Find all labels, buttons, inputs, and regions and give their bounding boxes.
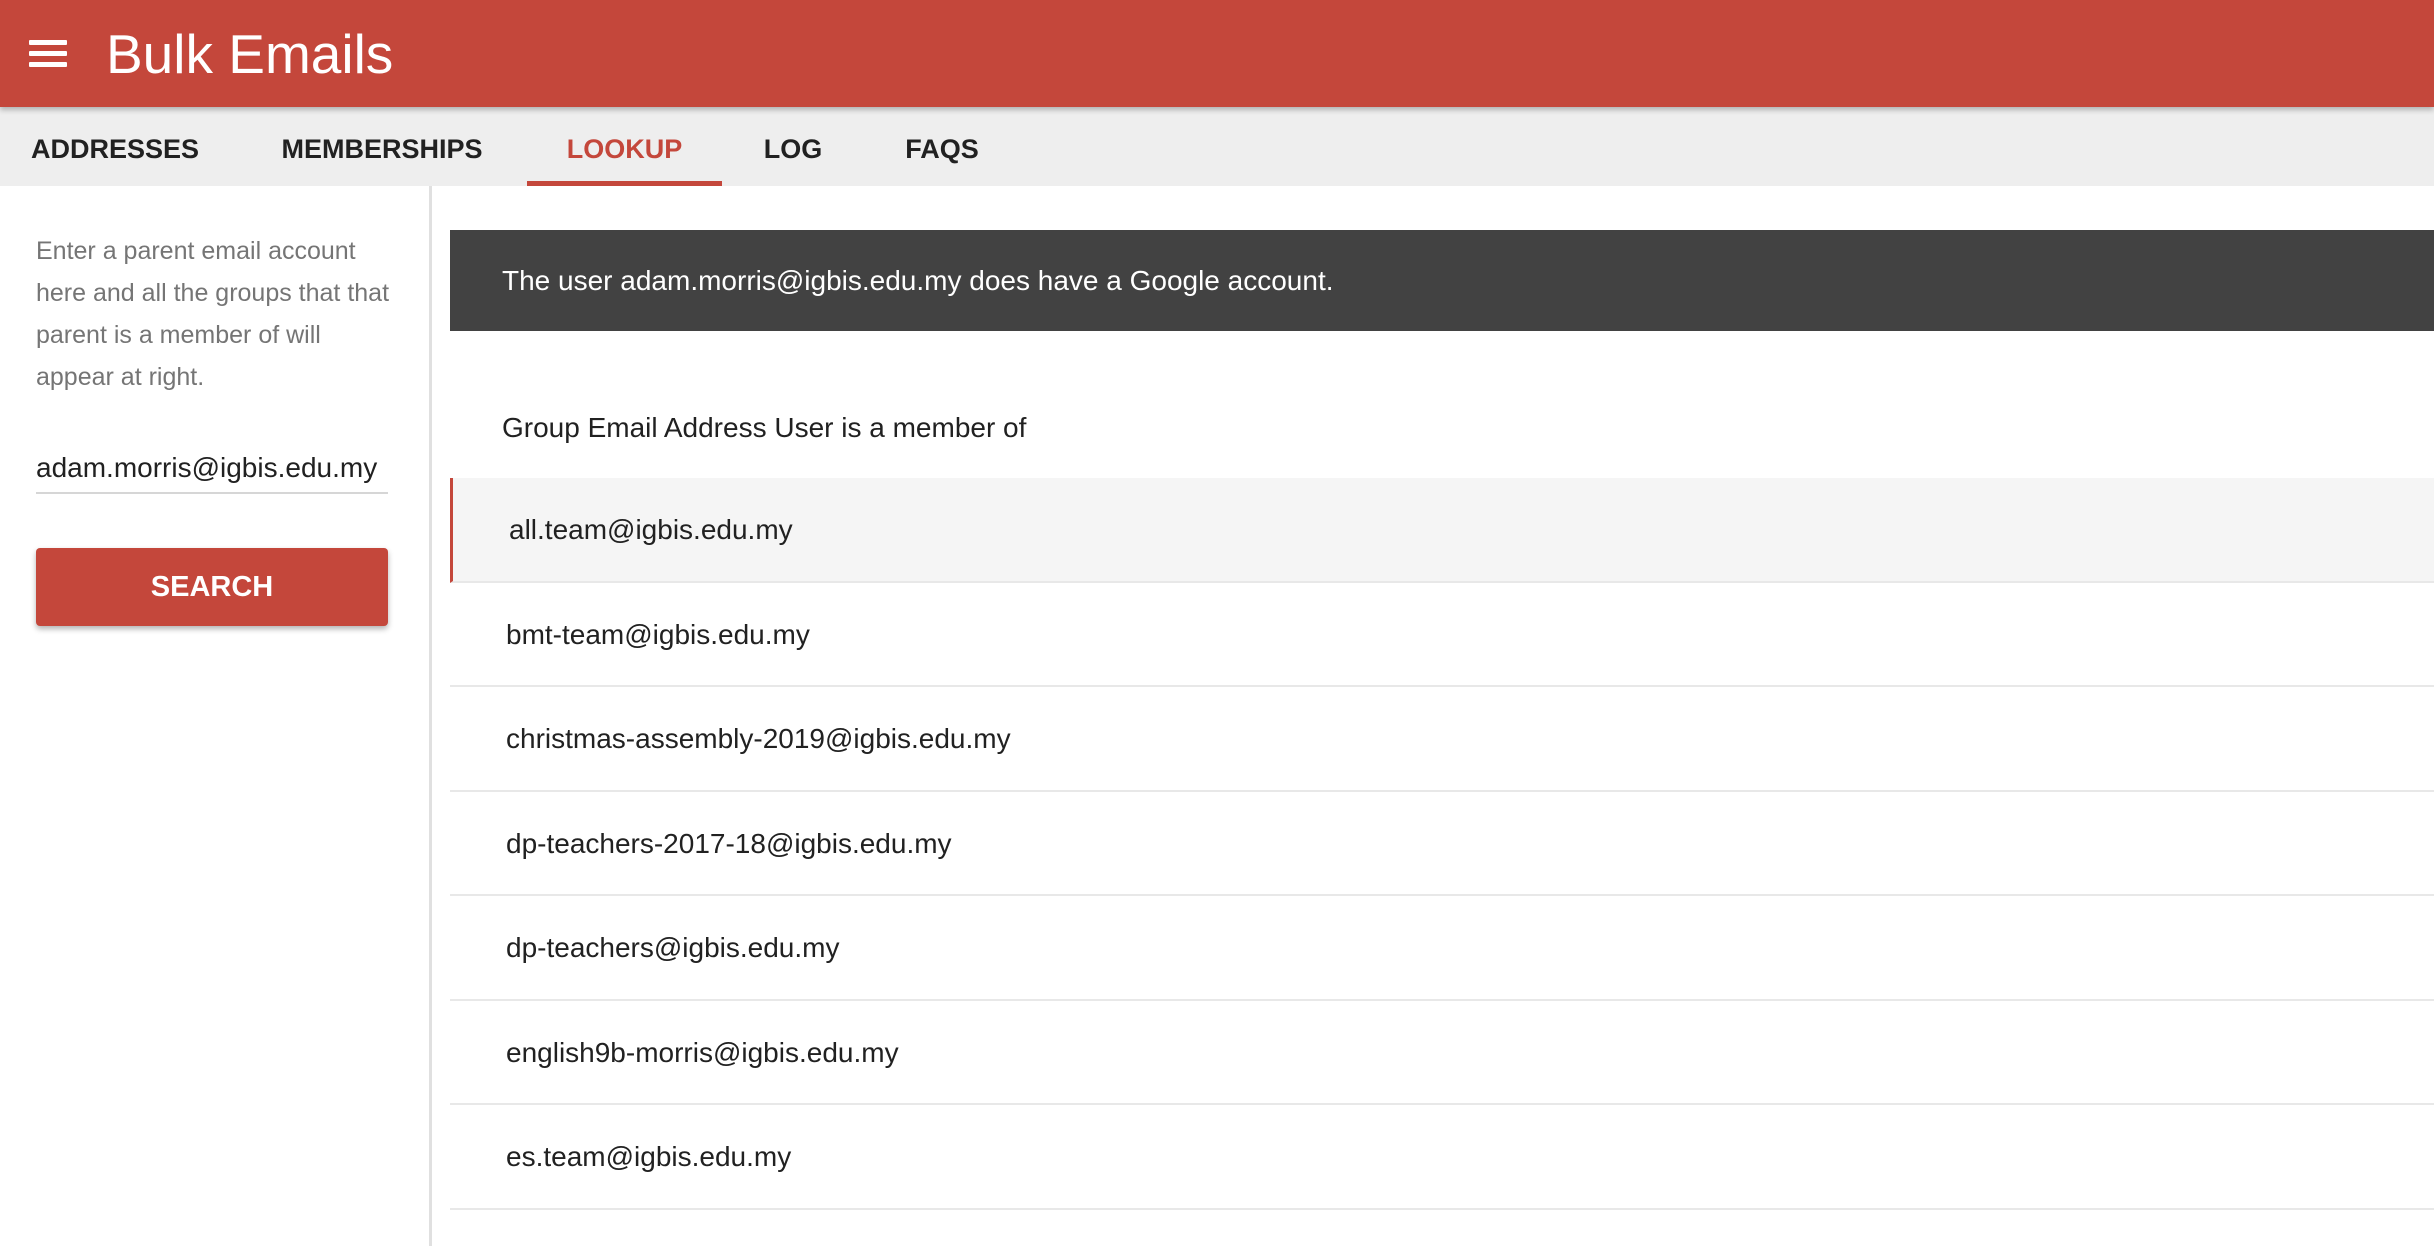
tab-log[interactable]: LOG	[750, 107, 836, 186]
group-list: all.team@igbis.edu.my bmt-team@igbis.edu…	[450, 478, 2434, 1210]
list-item[interactable]: english9b-morris@igbis.edu.my	[450, 1001, 2434, 1105]
tab-addresses[interactable]: ADDRESSES	[8, 107, 222, 186]
email-field[interactable]	[36, 444, 388, 494]
search-button[interactable]: SEARCH	[36, 548, 388, 626]
group-email: dp-teachers@igbis.edu.my	[506, 932, 840, 963]
group-email: es.team@igbis.edu.my	[506, 1141, 792, 1172]
group-email: christmas-assembly-2019@igbis.edu.my	[506, 723, 1011, 754]
list-item[interactable]: bmt-team@igbis.edu.my	[450, 583, 2434, 687]
help-text: Enter a parent email account here and al…	[36, 237, 390, 391]
group-email: all.team@igbis.edu.my	[509, 514, 793, 545]
list-item[interactable]: christmas-assembly-2019@igbis.edu.my	[450, 687, 2434, 792]
tab-bar: ADDRESSES MEMBERSHIPS LOOKUP LOG FAQS	[0, 107, 2434, 186]
app-bar: Bulk Emails	[0, 0, 2434, 107]
tab-faqs[interactable]: FAQS	[890, 107, 994, 186]
list-item[interactable]: dp-teachers@igbis.edu.my	[450, 896, 2434, 1001]
tab-memberships[interactable]: MEMBERSHIPS	[266, 107, 498, 186]
lookup-sidebar: Enter a parent email account here and al…	[0, 186, 432, 1246]
status-banner: The user adam.morris@igbis.edu.my does h…	[450, 230, 2434, 331]
lookup-results: The user adam.morris@igbis.edu.my does h…	[450, 186, 2434, 1246]
group-email: bmt-team@igbis.edu.my	[506, 618, 810, 650]
hamburger-menu-icon[interactable]	[26, 33, 70, 73]
list-header: Group Email Address User is a member of	[502, 412, 1027, 443]
group-email: dp-teachers-2017-18@igbis.edu.my	[506, 827, 952, 859]
bulk-emails-app: Bulk Emails ADDRESSES MEMBERSHIPS LOOKUP…	[0, 0, 2434, 1246]
list-item[interactable]: all.team@igbis.edu.my	[450, 478, 2434, 583]
tab-lookup[interactable]: LOOKUP	[527, 107, 722, 186]
list-item[interactable]: dp-teachers-2017-18@igbis.edu.my	[450, 792, 2434, 896]
group-email: english9b-morris@igbis.edu.my	[506, 1036, 899, 1068]
list-item[interactable]: es.team@igbis.edu.my	[450, 1105, 2434, 1210]
app-title: Bulk Emails	[106, 23, 394, 85]
